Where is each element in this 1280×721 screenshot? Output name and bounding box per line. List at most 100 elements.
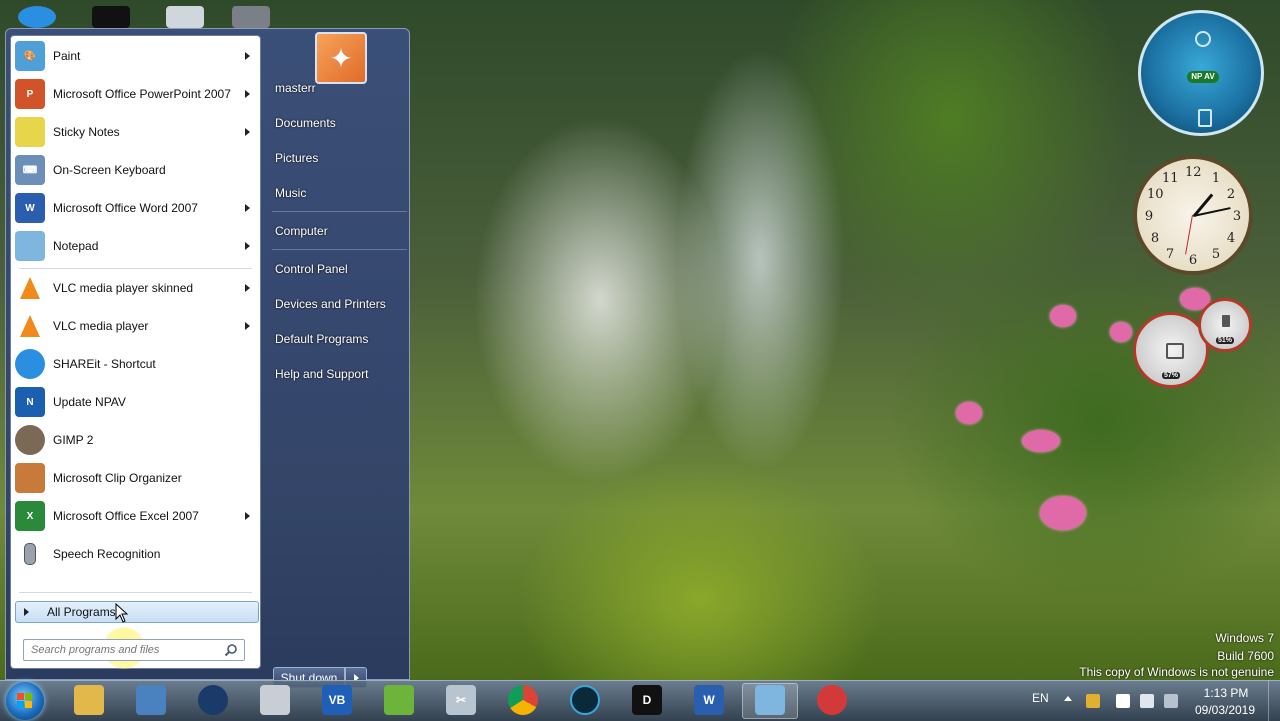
program-label: Update NPAV xyxy=(53,395,126,409)
clock-number: 11 xyxy=(1162,171,1179,186)
memory-meter-gadget[interactable]: 51% xyxy=(1198,298,1252,352)
program-item-word[interactable]: W Microsoft Office Word 2007 xyxy=(11,190,260,226)
chrome-icon[interactable] xyxy=(508,685,538,715)
clock-number: 12 xyxy=(1185,165,1202,180)
program-label: Speech Recognition xyxy=(53,547,161,561)
submenu-arrow-icon[interactable] xyxy=(245,284,250,292)
program-label: On-Screen Keyboard xyxy=(53,163,166,177)
music-link[interactable]: Music xyxy=(275,186,306,200)
program-item-update-npav[interactable]: N Update NPAV xyxy=(11,384,260,420)
taskbar: VB ✂ D W EN 1:13 PM 09/03/2019 xyxy=(0,680,1280,721)
clock-gadget[interactable]: 12 1 2 3 4 5 6 7 8 9 10 11 xyxy=(1133,155,1253,275)
language-indicator[interactable]: EN xyxy=(1032,691,1049,705)
camera-tray-icon[interactable] xyxy=(1086,694,1100,708)
program-label: Sticky Notes xyxy=(53,125,120,139)
help-and-support-link[interactable]: Help and Support xyxy=(275,367,368,381)
program-label: Microsoft Office Word 2007 xyxy=(53,201,198,215)
taskbar-date[interactable]: 09/03/2019 xyxy=(1189,703,1261,717)
control-panel-link[interactable]: Control Panel xyxy=(275,262,348,276)
separator xyxy=(272,249,407,250)
submenu-arrow-icon[interactable] xyxy=(245,242,250,250)
gear-app-icon[interactable] xyxy=(198,685,228,715)
program-item-notepad[interactable]: Notepad xyxy=(11,228,260,264)
program-item-vlc-skinned[interactable]: VLC media player skinned xyxy=(11,270,260,306)
devices-and-printers-link[interactable]: Devices and Printers xyxy=(275,297,386,311)
microphone-icon xyxy=(15,539,45,569)
pictures-link[interactable]: Pictures xyxy=(275,151,318,165)
clock-number: 3 xyxy=(1232,209,1242,224)
program-item-sticky-notes[interactable]: Sticky Notes xyxy=(11,114,260,150)
show-desktop-button[interactable] xyxy=(1268,681,1280,721)
program-item-powerpoint[interactable]: P Microsoft Office PowerPoint 2007 xyxy=(11,76,260,112)
explorer-icon[interactable] xyxy=(74,685,104,715)
clock-number: 7 xyxy=(1165,247,1175,262)
vb-icon[interactable]: VB xyxy=(322,685,352,715)
notepad-icon[interactable] xyxy=(755,685,785,715)
program-item-clip-organizer[interactable]: Microsoft Clip Organizer xyxy=(11,460,260,496)
show-hidden-icons-icon[interactable] xyxy=(1064,696,1072,701)
monitor-app-icon[interactable] xyxy=(570,685,600,715)
program-label: VLC media player xyxy=(53,319,149,333)
action-center-icon[interactable] xyxy=(1116,694,1130,708)
submenu-arrow-icon[interactable] xyxy=(245,90,250,98)
program-item-gimp[interactable]: GIMP 2 xyxy=(11,422,260,458)
search-icon[interactable] xyxy=(224,643,238,657)
all-programs-button[interactable]: All Programs xyxy=(15,601,259,623)
submenu-arrow-icon[interactable] xyxy=(245,512,250,520)
program-item-excel[interactable]: X Microsoft Office Excel 2007 xyxy=(11,498,260,534)
start-button[interactable] xyxy=(6,682,44,720)
notepad-icon xyxy=(15,231,45,261)
program-item-speech-recognition[interactable]: Speech Recognition xyxy=(11,536,260,572)
memory-icon xyxy=(1222,315,1230,327)
npav-gadget[interactable]: NP AV xyxy=(1138,10,1264,136)
memory-percent: 51% xyxy=(1215,337,1234,344)
powerpoint-icon: P xyxy=(15,79,45,109)
search-input[interactable] xyxy=(24,643,224,657)
taskbar-time[interactable]: 1:13 PM xyxy=(1195,686,1257,700)
desktop-icon-app[interactable] xyxy=(166,6,204,28)
program-item-shareit[interactable]: SHAREit - Shortcut xyxy=(11,346,260,382)
d-app-icon[interactable]: D xyxy=(632,685,662,715)
control-panel-icon[interactable] xyxy=(136,685,166,715)
search-box[interactable] xyxy=(23,639,245,661)
clock-number: 1 xyxy=(1211,171,1221,186)
clip-organizer-icon xyxy=(15,463,45,493)
bluestacks-icon[interactable] xyxy=(384,685,414,715)
screen-recorder-icon[interactable] xyxy=(817,685,847,715)
separator xyxy=(19,268,252,269)
keyboard-app-icon[interactable] xyxy=(260,685,290,715)
user-folder-link[interactable]: masterr xyxy=(275,81,316,95)
computer-link[interactable]: Computer xyxy=(275,224,328,238)
paint-icon: 🎨 xyxy=(15,41,45,71)
submenu-arrow-icon[interactable] xyxy=(245,322,250,330)
user-picture[interactable]: ✦ xyxy=(315,32,367,84)
desktop-icon-d-app[interactable] xyxy=(92,6,130,28)
volume-icon[interactable] xyxy=(1140,694,1154,708)
npav-update-icon: N xyxy=(15,387,45,417)
all-programs-label: All Programs xyxy=(47,605,116,619)
second-hand xyxy=(1185,214,1193,255)
windows-logo-icon xyxy=(17,693,33,709)
program-label: Notepad xyxy=(53,239,99,253)
vlc-icon xyxy=(15,273,45,303)
documents-link[interactable]: Documents xyxy=(275,116,336,130)
desktop-icon-shareit[interactable] xyxy=(18,6,56,28)
network-icon[interactable] xyxy=(1164,694,1178,708)
program-item-vlc[interactable]: VLC media player xyxy=(11,308,260,344)
clock-number: 4 xyxy=(1226,231,1236,246)
default-programs-link[interactable]: Default Programs xyxy=(275,332,368,346)
submenu-arrow-icon[interactable] xyxy=(245,128,250,136)
program-item-on-screen-keyboard[interactable]: ⌨ On-Screen Keyboard xyxy=(11,152,260,188)
submenu-arrow-icon[interactable] xyxy=(245,204,250,212)
flower xyxy=(1022,430,1060,452)
snipping-tool-icon[interactable]: ✂ xyxy=(446,685,476,715)
clock-number: 9 xyxy=(1144,209,1154,224)
watermark-line-3: This copy of Windows is not genuine xyxy=(1079,665,1274,679)
submenu-arrow-icon[interactable] xyxy=(245,52,250,60)
word-icon[interactable]: W xyxy=(694,685,724,715)
npav-badge: NP AV xyxy=(1187,71,1219,83)
program-item-paint[interactable]: 🎨 Paint xyxy=(11,38,260,74)
desktop-icon-app-2[interactable] xyxy=(232,6,270,28)
search-icon[interactable] xyxy=(1195,31,1211,47)
program-label: Microsoft Clip Organizer xyxy=(53,471,182,485)
